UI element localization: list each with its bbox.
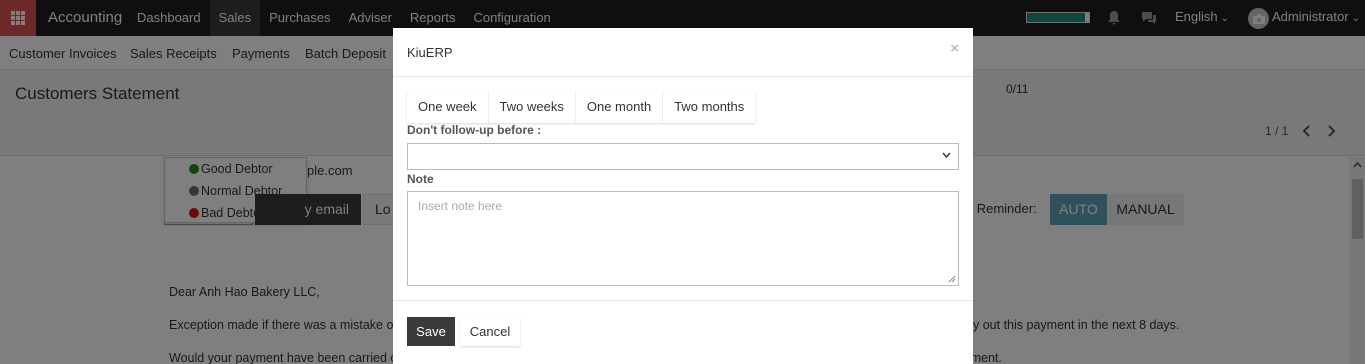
note-placeholder: Insert note here (418, 199, 503, 213)
cancel-button[interactable]: Cancel (460, 317, 520, 346)
resize-handle-icon[interactable] (948, 275, 956, 283)
one-month-button[interactable]: One month (575, 91, 664, 123)
two-months-button[interactable]: Two months (663, 91, 756, 123)
followup-label: Don't follow-up before : (407, 123, 542, 137)
two-weeks-button[interactable]: Two weeks (488, 91, 576, 123)
note-field[interactable]: Insert note here (407, 191, 959, 286)
followup-date-select[interactable] (407, 143, 959, 170)
close-icon[interactable]: × (950, 40, 959, 57)
dialog-header: KiuERP × (393, 28, 973, 77)
one-week-button[interactable]: One week (407, 91, 489, 123)
note-label: Note (407, 172, 434, 186)
follow-up-dialog: KiuERP × One week Two weeks One month Tw… (393, 28, 973, 364)
save-button[interactable]: Save (407, 317, 455, 346)
dialog-footer: Save Cancel (393, 300, 973, 364)
dialog-title: KiuERP (407, 45, 453, 60)
chevron-down-icon (942, 152, 951, 158)
quick-date-buttons: One week Two weeks One month Two months (407, 91, 756, 123)
